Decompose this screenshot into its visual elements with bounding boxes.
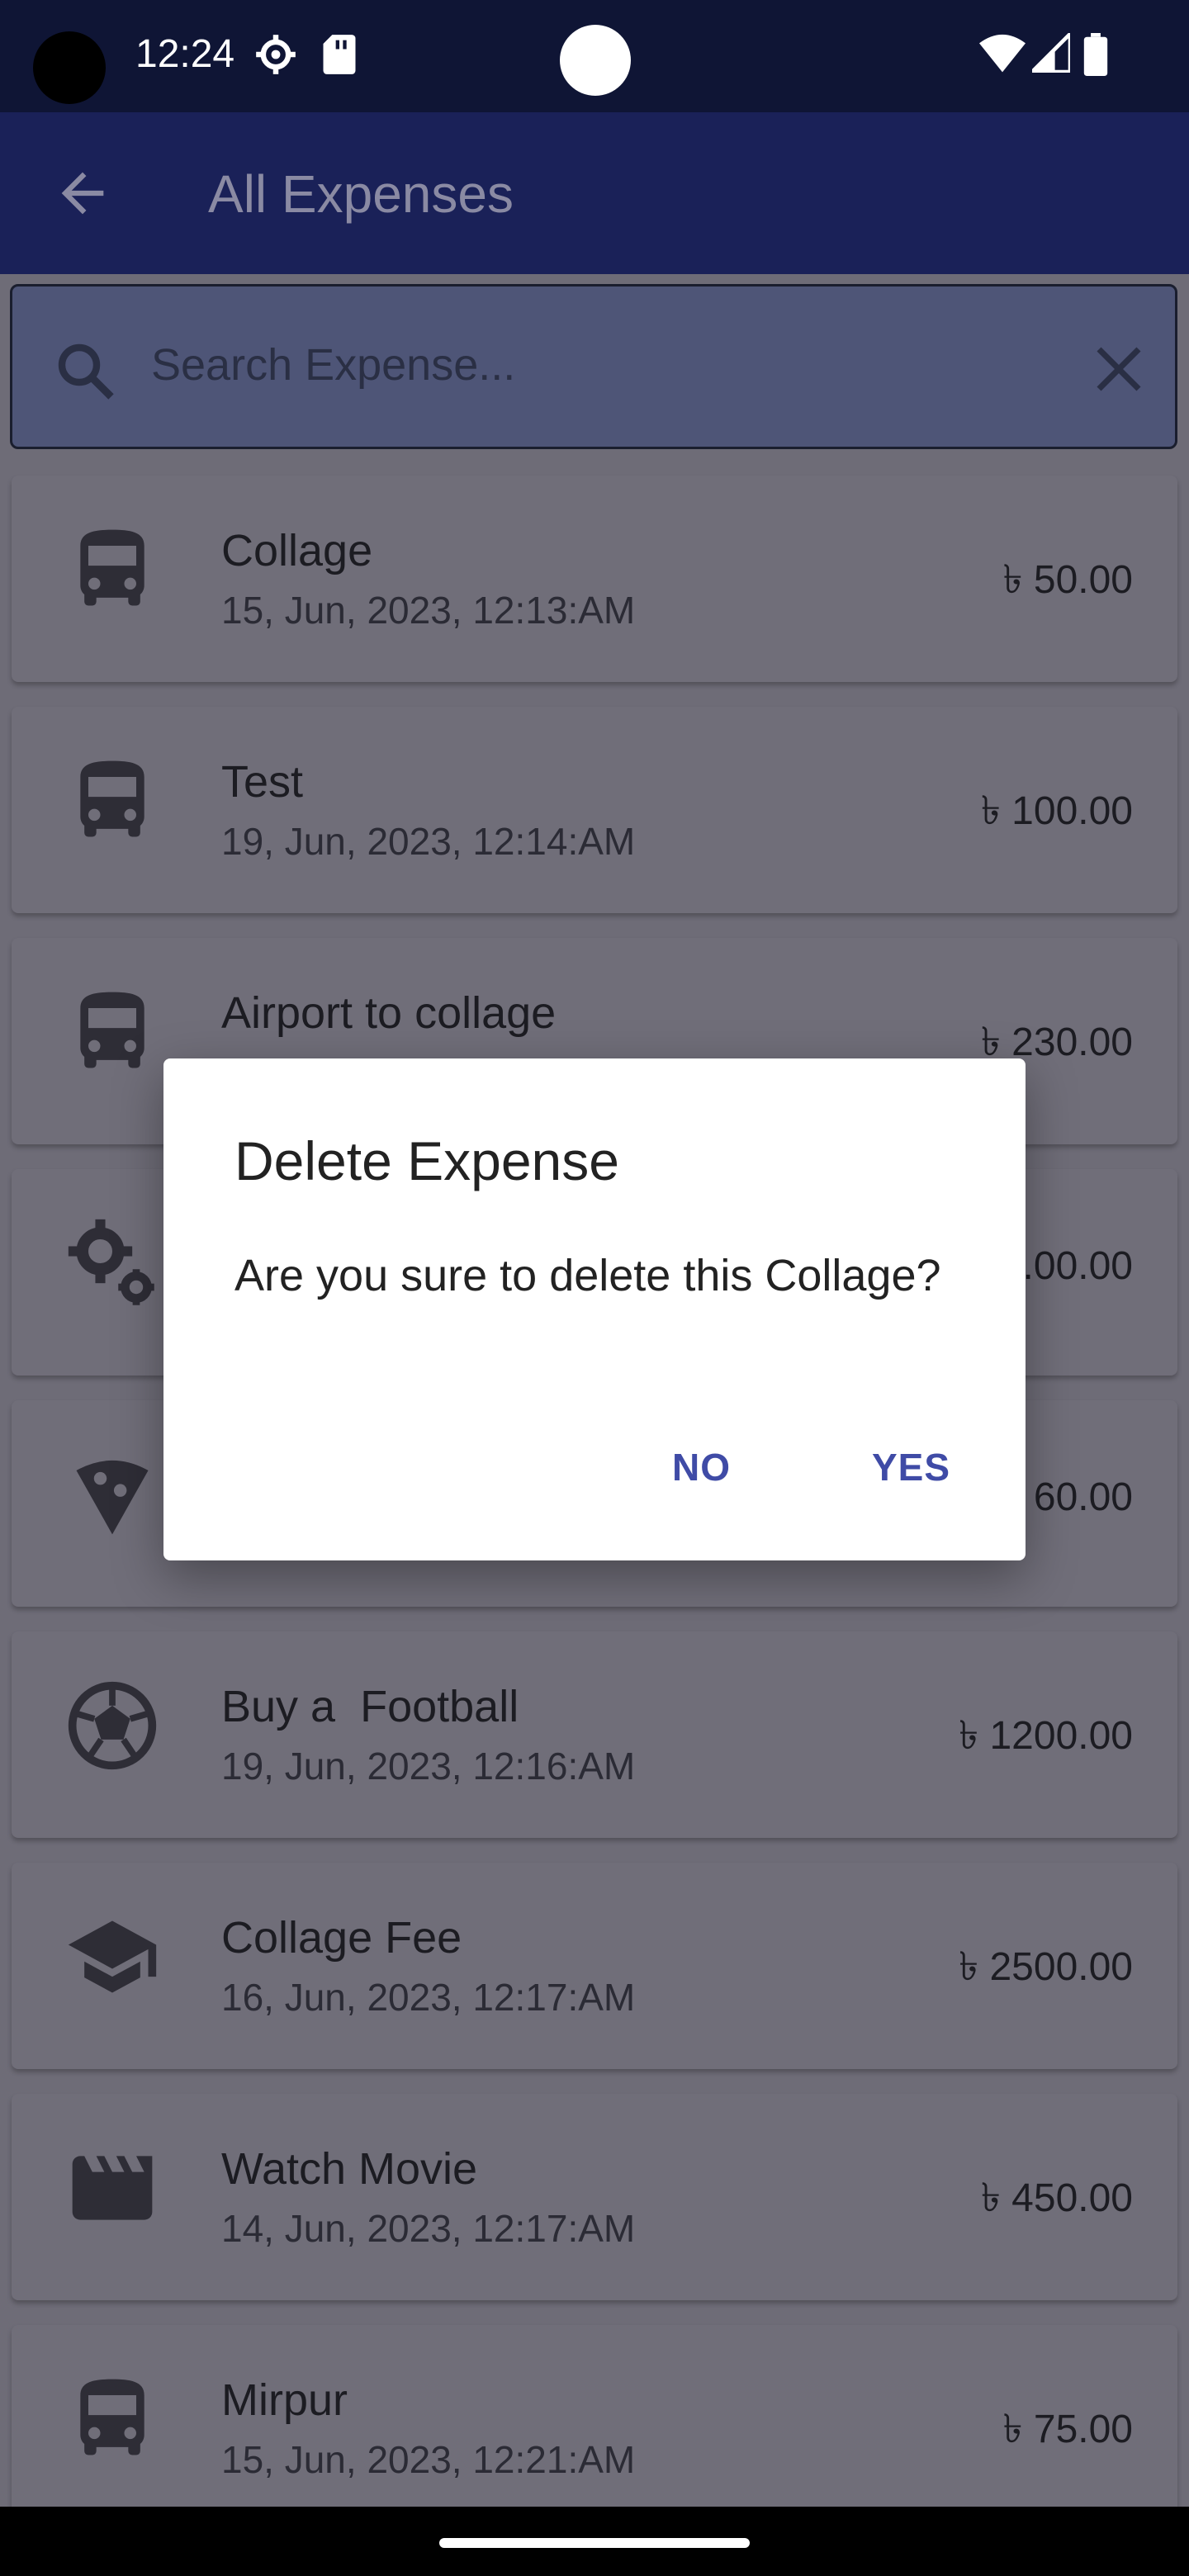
no-button[interactable]: NO [672, 1445, 731, 1489]
gears-icon [68, 1219, 154, 1305]
status-time: 12:24 [135, 32, 235, 76]
expense-amount: ৳ 75.00 [1002, 2408, 1133, 2451]
expense-amount: ৳ 450.00 [980, 2176, 1133, 2220]
yes-button[interactable]: YES [872, 1445, 950, 1489]
delete-expense-dialog: Delete Expense Are you sure to delete th… [163, 1058, 1026, 1560]
expense-title: Buy a Football [221, 1682, 519, 1731]
bus-icon [80, 760, 144, 837]
close-icon[interactable] [1089, 339, 1149, 399]
expense-date: 16, Jun, 2023, 12:17:AM [221, 1976, 636, 2019]
arrow-back-icon[interactable] [51, 162, 114, 225]
page-title: All Expenses [208, 164, 514, 224]
expense-date: 14, Jun, 2023, 12:17:AM [221, 2207, 636, 2250]
expense-card[interactable]: Buy a Football 19, Jun, 2023, 12:16:AM ৳… [12, 1631, 1177, 1838]
expense-title: Test [221, 757, 304, 807]
system-nav-bar [0, 2507, 1189, 2576]
search-icon [58, 343, 114, 400]
expense-title: Watch Movie [221, 2144, 478, 2194]
expense-title: Collage [221, 526, 373, 575]
bus-icon [80, 529, 144, 606]
search-input[interactable]: Search Expense... [151, 339, 515, 391]
expense-date: 19, Jun, 2023, 12:16:AM [221, 1745, 636, 1788]
expense-amount: .00.00 [1022, 1244, 1133, 1288]
graduation-cap-icon [68, 1920, 157, 1993]
settings-gear-icon [256, 35, 296, 74]
sd-card-icon [323, 35, 356, 74]
expense-card[interactable]: Collage Fee 16, Jun, 2023, 12:17:AM ৳ 25… [12, 1863, 1177, 2069]
football-icon [68, 1681, 157, 1770]
expense-amount: ৳ 50.00 [1002, 558, 1133, 602]
movie-clapper-icon [72, 2156, 153, 2220]
signal-icon [1032, 33, 1070, 73]
expense-card[interactable]: Test 19, Jun, 2023, 12:14:AM ৳ 100.00 [12, 707, 1177, 913]
expense-card[interactable]: Watch Movie 14, Jun, 2023, 12:17:AM ৳ 45… [12, 2094, 1177, 2300]
front-camera-icon [560, 25, 631, 96]
expense-amount: ৳ 2500.00 [959, 1945, 1133, 1989]
expense-amount: ৳ 100.00 [980, 789, 1133, 833]
expense-amount: ৳ 1200.00 [959, 1714, 1133, 1758]
battery-icon [1083, 33, 1108, 76]
expense-title: Airport to collage [221, 988, 557, 1038]
expense-amount: 60.00 [1033, 1475, 1133, 1519]
expense-date: 15, Jun, 2023, 12:13:AM [221, 589, 636, 632]
expense-title: Collage Fee [221, 1913, 462, 1963]
pizza-icon [76, 1460, 149, 1535]
bus-icon [80, 992, 144, 1068]
camera-cutout-icon [33, 31, 106, 104]
status-bar: 12:24 [0, 0, 1189, 112]
home-handle[interactable] [439, 2538, 750, 2548]
search-bar[interactable]: Search Expense... [10, 284, 1177, 449]
app-bar: All Expenses [0, 112, 1189, 274]
bus-icon [80, 2379, 144, 2455]
expense-card[interactable]: Mirpur 15, Jun, 2023, 12:21:AM ৳ 75.00 [12, 2325, 1177, 2531]
expense-date: 19, Jun, 2023, 12:14:AM [221, 820, 636, 863]
expense-date: 15, Jun, 2023, 12:21:AM [221, 2438, 636, 2481]
expense-card[interactable]: Collage 15, Jun, 2023, 12:13:AM ৳ 50.00 [12, 476, 1177, 682]
dialog-title: Delete Expense [234, 1130, 619, 1191]
dialog-message: Are you sure to delete this Collage? [234, 1251, 941, 1300]
wifi-icon [979, 34, 1026, 73]
expense-title: Mirpur [221, 2375, 348, 2425]
